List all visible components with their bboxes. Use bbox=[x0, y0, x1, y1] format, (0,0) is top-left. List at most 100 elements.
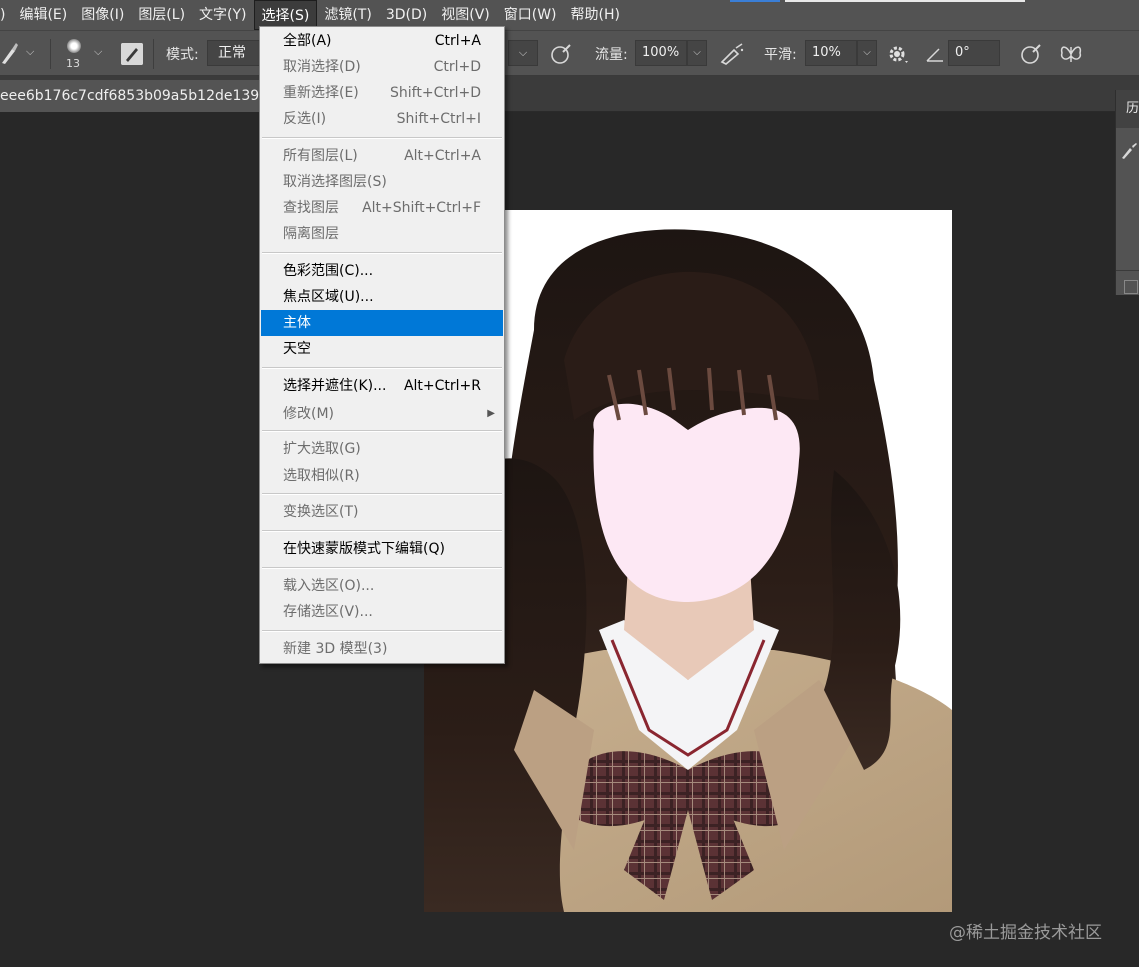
menu-type[interactable]: 文字(Y) bbox=[192, 0, 253, 30]
menu-item-label: 所有图层(L) bbox=[283, 148, 358, 164]
menu-item-new-3d-model[interactable]: 新建 3D 模型(3) bbox=[261, 636, 503, 662]
menu-item-label: 扩大选取(G) bbox=[283, 441, 361, 457]
menu-item-inverse[interactable]: 反选(I) Shift+Ctrl+I bbox=[261, 106, 503, 132]
menu-item-label: 变换选区(T) bbox=[283, 504, 359, 520]
menu-item-save-selection[interactable]: 存储选区(V)... bbox=[261, 599, 503, 625]
flow-input[interactable]: 100% bbox=[635, 40, 687, 66]
menu-separator bbox=[262, 493, 502, 495]
divider bbox=[153, 39, 154, 69]
brush-settings-panel-icon[interactable] bbox=[121, 43, 143, 65]
brush-size-value: 13 bbox=[66, 57, 80, 70]
menu-item-label: 焦点区域(U)... bbox=[283, 289, 374, 305]
tool-preset-dropdown-icon[interactable]: ⌵ bbox=[26, 45, 34, 59]
menu-item-subject[interactable]: 主体 bbox=[261, 310, 503, 336]
opacity-dropdown[interactable]: ⌵ bbox=[508, 40, 538, 66]
airbrush-icon[interactable] bbox=[718, 42, 746, 66]
menu-item-grow[interactable]: 扩大选取(G) bbox=[261, 436, 503, 462]
menu-item-label: 修改(M) bbox=[283, 406, 335, 422]
flow-dropdown-icon[interactable]: ⌵ bbox=[687, 40, 707, 66]
menu-item-similar[interactable]: 选取相似(R) bbox=[261, 463, 503, 489]
menu-item-label: 全部(A) bbox=[283, 33, 332, 49]
menu-item-find-layers[interactable]: 查找图层 Alt+Shift+Ctrl+F bbox=[261, 195, 503, 221]
gear-icon[interactable] bbox=[886, 42, 910, 66]
menu-item-label: 隔离图层 bbox=[283, 226, 339, 242]
menu-file-partial[interactable]: ) bbox=[0, 0, 12, 30]
select-menu-dropdown: 全部(A) Ctrl+A 取消选择(D) Ctrl+D 重新选择(E) Shif… bbox=[259, 26, 505, 664]
document-tab[interactable]: eee6b176c7cdf6853b09a5b12de139.jpe bbox=[0, 80, 262, 112]
menu-item-shortcut: Ctrl+D bbox=[433, 59, 481, 75]
snapshot-checkbox[interactable] bbox=[1124, 280, 1138, 294]
divider bbox=[50, 39, 51, 69]
menu-item-shortcut: Shift+Ctrl+D bbox=[390, 85, 481, 101]
menu-separator bbox=[262, 430, 502, 432]
menu-item-label: 选取相似(R) bbox=[283, 468, 360, 484]
watermark-text: @稀土掘金技术社区 bbox=[949, 923, 1102, 943]
mode-label: 模式: bbox=[166, 47, 199, 63]
menu-item-isolate-layers[interactable]: 隔离图层 bbox=[261, 221, 503, 247]
menu-help[interactable]: 帮助(H) bbox=[564, 0, 627, 30]
smoothing-label: 平滑: bbox=[764, 47, 797, 63]
menu-item-label: 重新选择(E) bbox=[283, 85, 359, 101]
menu-item-shortcut: Alt+Ctrl+A bbox=[404, 148, 481, 164]
history-panel-tab[interactable]: 历 bbox=[1116, 90, 1139, 128]
menu-item-select-and-mask[interactable]: 选择并遮住(K)... Alt+Ctrl+R bbox=[261, 373, 503, 399]
menu-item-label: 新建 3D 模型(3) bbox=[283, 641, 388, 657]
flow-label: 流量: bbox=[595, 47, 628, 63]
menu-item-transform-selection[interactable]: 变换选区(T) bbox=[261, 499, 503, 525]
menu-item-label: 查找图层 bbox=[283, 200, 339, 216]
menu-window[interactable]: 窗口(W) bbox=[497, 0, 564, 30]
menu-separator bbox=[262, 530, 502, 532]
angle-icon bbox=[926, 48, 943, 62]
menu-item-label: 在快速蒙版模式下编辑(Q) bbox=[283, 541, 445, 557]
menu-item-color-range[interactable]: 色彩范围(C)... bbox=[261, 258, 503, 284]
photoshop-window: ) 编辑(E) 图像(I) 图层(L) 文字(Y) 选择(S) 滤镜(T) 3D… bbox=[0, 0, 1139, 967]
menu-item-focus-area[interactable]: 焦点区域(U)... bbox=[261, 284, 503, 310]
options-bar: ⌵ 13 ⌵ 模式: 正常 ⌵ 流量: 100% ⌵ 平滑: 10% ⌵ 0° bbox=[0, 30, 1139, 76]
menu-item-label: 反选(I) bbox=[283, 111, 327, 127]
smoothing-dropdown-icon[interactable]: ⌵ bbox=[857, 40, 877, 66]
menu-item-label: 主体 bbox=[283, 315, 311, 331]
history-panel-collapsed: 历 bbox=[1115, 90, 1139, 295]
menu-item-deselect[interactable]: 取消选择(D) Ctrl+D bbox=[261, 54, 503, 80]
document-tab-bar: eee6b176c7cdf6853b09a5b12de139.jpe bbox=[0, 76, 1139, 112]
menu-item-shortcut: Ctrl+A bbox=[434, 33, 481, 49]
opacity-pressure-icon[interactable] bbox=[549, 42, 573, 66]
butterfly-symmetry-icon[interactable] bbox=[1058, 42, 1084, 66]
menu-item-sky[interactable]: 天空 bbox=[261, 336, 503, 362]
menu-item-modify[interactable]: 修改(M) ▶ bbox=[261, 401, 503, 427]
menu-item-shortcut: Alt+Shift+Ctrl+F bbox=[362, 200, 481, 216]
menu-image[interactable]: 图像(I) bbox=[74, 0, 131, 30]
menu-item-reselect[interactable]: 重新选择(E) Shift+Ctrl+D bbox=[261, 80, 503, 106]
menu-separator bbox=[262, 567, 502, 569]
menu-item-all-layers[interactable]: 所有图层(L) Alt+Ctrl+A bbox=[261, 143, 503, 169]
menu-item-label: 载入选区(O)... bbox=[283, 578, 375, 594]
menu-edit[interactable]: 编辑(E) bbox=[12, 0, 74, 30]
menu-separator bbox=[262, 630, 502, 632]
menu-layer[interactable]: 图层(L) bbox=[131, 0, 192, 30]
menu-item-deselect-layers[interactable]: 取消选择图层(S) bbox=[261, 169, 503, 195]
menu-item-shortcut: Alt+Ctrl+R bbox=[403, 378, 481, 394]
menu-item-label: 选择并遮住(K)... bbox=[283, 378, 387, 394]
menu-item-quick-mask[interactable]: 在快速蒙版模式下编辑(Q) bbox=[261, 536, 503, 562]
size-pressure-icon[interactable] bbox=[1018, 42, 1044, 66]
brush-preview-icon[interactable] bbox=[67, 39, 81, 53]
menu-item-label: 天空 bbox=[283, 341, 311, 357]
title-accent-strip bbox=[730, 0, 780, 2]
menu-item-shortcut: Shift+Ctrl+I bbox=[396, 111, 481, 127]
angle-input[interactable]: 0° bbox=[948, 40, 1000, 66]
mode-select[interactable]: 正常 bbox=[207, 40, 262, 66]
smoothing-input[interactable]: 10% bbox=[805, 40, 857, 66]
menu-item-label: 取消选择图层(S) bbox=[283, 174, 387, 190]
menu-bar: ) 编辑(E) 图像(I) 图层(L) 文字(Y) 选择(S) 滤镜(T) 3D… bbox=[0, 0, 1139, 30]
menu-item-load-selection[interactable]: 载入选区(O)... bbox=[261, 573, 503, 599]
brush-tool-icon[interactable] bbox=[0, 41, 18, 65]
history-brush-icon[interactable] bbox=[1120, 142, 1138, 160]
brush-picker-chevron-icon[interactable]: ⌵ bbox=[94, 45, 102, 59]
menu-separator bbox=[262, 252, 502, 254]
divider bbox=[1116, 270, 1139, 271]
menu-item-label: 色彩范围(C)... bbox=[283, 263, 374, 279]
menu-item-label: 存储选区(V)... bbox=[283, 604, 373, 620]
menu-item-select-all[interactable]: 全部(A) Ctrl+A bbox=[261, 28, 503, 54]
title-white-strip bbox=[785, 0, 1025, 2]
menu-item-label: 取消选择(D) bbox=[283, 59, 361, 75]
